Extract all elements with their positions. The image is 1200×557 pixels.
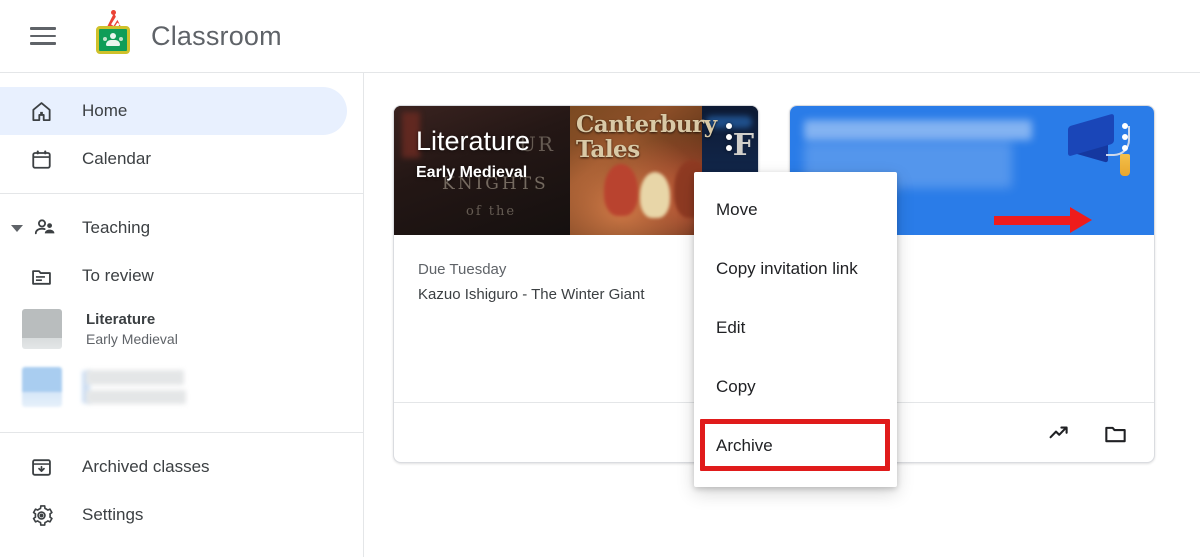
class-text: Literature Early Medieval (86, 310, 178, 349)
redacted-subtitle-bar (86, 390, 186, 404)
hamburger-menu-icon[interactable] (19, 12, 67, 60)
hamburger-line (30, 27, 56, 30)
three-dot-menu-icon[interactable] (716, 120, 742, 154)
arrow-head (1070, 207, 1092, 233)
redacted-title-bar (86, 370, 184, 385)
app-root: Classroom Home Calendar Teaching To revi… (0, 0, 1200, 557)
card-class-title[interactable]: Literature (416, 126, 530, 157)
class-thumbnail (22, 367, 62, 407)
card-due-date: Due Tuesday (418, 261, 507, 278)
sidebar-divider (0, 432, 364, 433)
sidebar-item-settings[interactable]: Settings (0, 491, 347, 539)
folder-icon[interactable] (1102, 420, 1128, 446)
class-text-redacted (86, 370, 186, 404)
dot (726, 123, 732, 129)
archive-box-icon (26, 456, 56, 479)
class-subtitle: Early Medieval (86, 330, 178, 347)
class-title: Literature (86, 310, 156, 328)
sidebar-item-to-review[interactable]: To review (0, 252, 347, 300)
sidebar-item-label: Home (82, 101, 128, 120)
person-glyph-icon (103, 33, 123, 47)
open-work-trending-icon[interactable] (1046, 420, 1072, 446)
menu-item-copy-invitation-link[interactable]: Copy invitation link (694, 239, 897, 298)
classroom-logo-icon[interactable] (93, 10, 135, 59)
cover-figure (604, 164, 638, 216)
dot (726, 134, 732, 140)
chevron-down-icon[interactable] (8, 224, 26, 232)
gear-icon (26, 504, 56, 527)
cover-text-ofthe: of the (466, 204, 517, 219)
menu-item-edit[interactable]: Edit (694, 298, 897, 357)
sidebar: Home Calendar Teaching To review Literat… (0, 73, 364, 557)
card-assignment-title[interactable]: Kazuo Ishiguro - The Winter Giant (418, 282, 734, 307)
cap-tassel (1120, 154, 1130, 176)
sidebar-item-archived-classes[interactable]: Archived classes (0, 443, 347, 491)
top-app-bar: Classroom (0, 0, 1200, 73)
person-side (119, 37, 123, 41)
sidebar-class-redacted[interactable] (0, 358, 363, 416)
arrow-shaft (994, 216, 1074, 225)
hamburger-line (30, 34, 56, 38)
calendar-icon (26, 148, 56, 171)
home-icon (26, 100, 56, 123)
sidebar-item-label: Settings (82, 505, 144, 524)
sidebar-group-label: Teaching (82, 218, 151, 237)
sidebar-item-home[interactable]: Home (0, 87, 347, 135)
sidebar-group-teaching[interactable]: Teaching (0, 204, 347, 252)
person-body (106, 40, 120, 46)
menu-item-move[interactable]: Move (694, 180, 897, 239)
person-head (110, 33, 116, 39)
card-context-menu: Move Copy invitation link Edit Copy Arch… (694, 172, 897, 487)
menu-item-archive[interactable]: Archive (694, 416, 897, 475)
sidebar-item-label: Calendar (82, 149, 151, 168)
teaching-people-icon (30, 216, 60, 240)
cover-figure (640, 172, 670, 218)
to-review-folder-icon (26, 265, 56, 288)
dot (1122, 134, 1128, 140)
sidebar-item-calendar[interactable]: Calendar (0, 135, 347, 183)
sidebar-divider (0, 193, 364, 194)
class-thumbnail (22, 309, 62, 349)
menu-item-copy[interactable]: Copy (694, 357, 897, 416)
hamburger-line (30, 42, 56, 45)
three-dot-menu-icon[interactable] (1112, 120, 1138, 154)
chalkboard-icon (96, 26, 130, 54)
redacted-title-bar (804, 120, 1032, 140)
card-class-subtitle: Early Medieval (416, 164, 528, 181)
dot (726, 145, 732, 151)
sidebar-item-label: Archived classes (82, 457, 210, 476)
sidebar-class-literature[interactable]: Literature Early Medieval (0, 300, 363, 358)
sidebar-item-label: To review (82, 266, 154, 285)
app-title: Classroom (151, 20, 282, 51)
dot (1122, 145, 1128, 151)
dot (1122, 123, 1128, 129)
